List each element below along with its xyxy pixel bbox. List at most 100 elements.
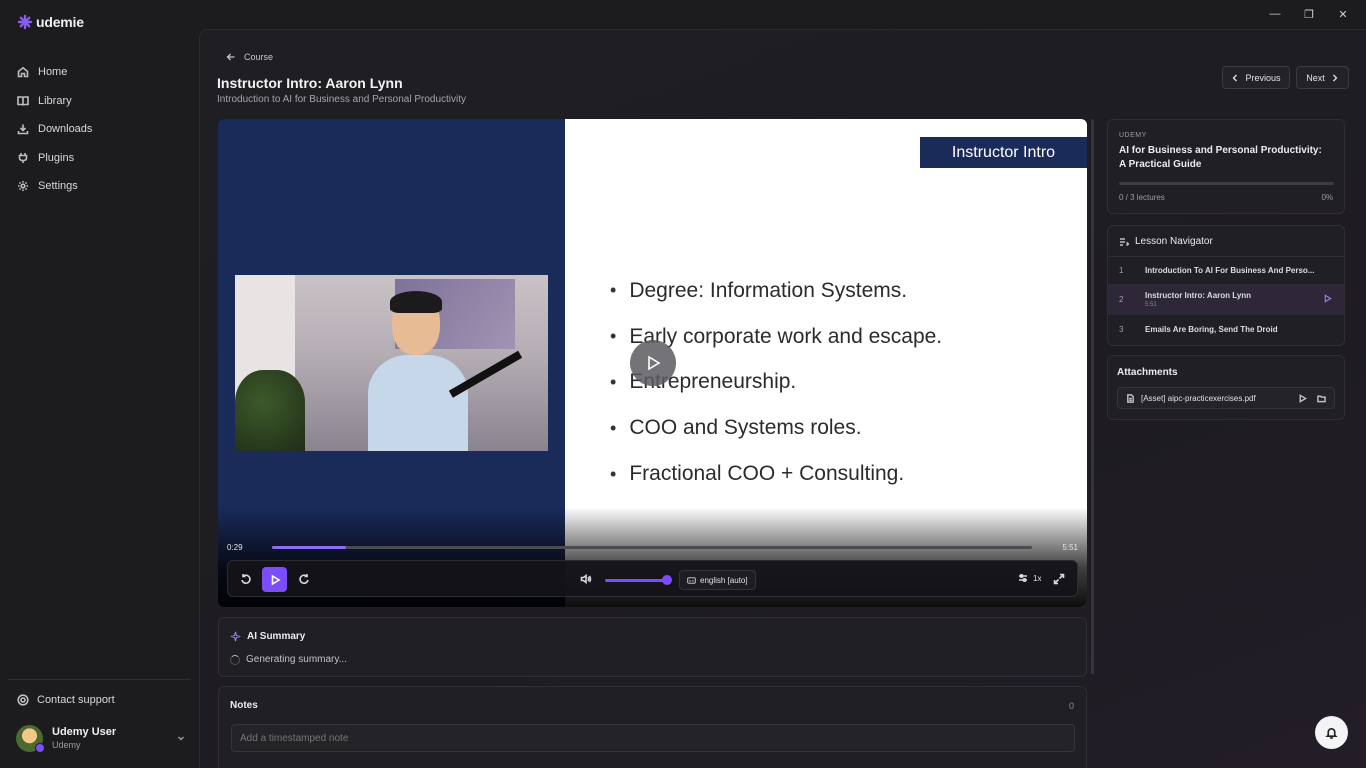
sidebar-nav: Home Library Downloads Plugins Settings [8, 58, 190, 201]
big-play-button[interactable] [630, 340, 676, 386]
next-button[interactable]: Next [1296, 66, 1349, 89]
list-icon [1120, 237, 1129, 246]
user-org: Udemy [52, 740, 81, 750]
subtitle-language-select[interactable]: english [auto] [679, 570, 756, 590]
slide-banner: Instructor Intro [920, 137, 1087, 168]
user-name: Udemy User [52, 726, 117, 738]
notifications-button[interactable] [1315, 716, 1348, 749]
notes-title: Notes [230, 700, 258, 711]
app-logo[interactable]: udemie [16, 13, 84, 31]
restore-button[interactable]: ❐ [1294, 6, 1324, 22]
scrollbar[interactable] [1091, 119, 1094, 674]
seek-progress [272, 546, 346, 549]
lecture-count: 0 / 3 lectures [1119, 193, 1165, 202]
lesson-item[interactable]: 3 Emails Are Boring, Send The Droid [1108, 316, 1344, 342]
chevron-right-icon [1332, 74, 1338, 81]
play-icon [271, 574, 281, 585]
sidebar-item-plugins[interactable]: Plugins [8, 144, 190, 173]
page-subtitle: Introduction to AI for Business and Pers… [217, 94, 467, 105]
chevron-left-icon [1233, 74, 1238, 81]
ai-summary-card: AI Summary Generating summary... [218, 617, 1087, 677]
lesson-number: 3 [1119, 324, 1124, 334]
sidebar-item-settings[interactable]: Settings [8, 172, 190, 201]
sidebar-item-label: Settings [38, 180, 78, 193]
sidebar-item-label: Library [38, 94, 72, 107]
volume-icon [580, 573, 592, 585]
window-controls: — ❐ ✕ [1260, 6, 1358, 22]
note-input[interactable] [231, 724, 1075, 752]
download-icon [17, 124, 29, 135]
play-icon [648, 355, 661, 371]
control-bar: english [auto] 1x [227, 560, 1078, 597]
lesson-item-active[interactable]: 2 Instructor Intro: Aaron Lynn 5:51 [1108, 284, 1344, 315]
user-menu[interactable]: Udemy User Udemy [16, 723, 186, 753]
previous-label: Previous [1245, 72, 1281, 83]
home-icon [17, 67, 29, 78]
breadcrumb[interactable]: Course [226, 52, 273, 62]
breadcrumb-label: Course [244, 52, 274, 62]
attachments-title: Attachments [1117, 367, 1178, 378]
close-button[interactable]: ✕ [1328, 6, 1358, 22]
fullscreen-icon [1053, 573, 1065, 585]
sidebar-item-home[interactable]: Home [8, 58, 190, 87]
course-title: AI for Business and Personal Productivit… [1119, 145, 1322, 170]
volume-slider[interactable] [605, 579, 667, 582]
plug-icon [18, 152, 28, 163]
lesson-number: 1 [1119, 265, 1124, 275]
notes-count: 0 [1068, 701, 1074, 711]
mute-button[interactable] [575, 568, 597, 590]
sliders-icon [1019, 573, 1027, 583]
slide-bullet: Degree: Information Systems. [609, 268, 942, 314]
play-icon[interactable] [1298, 393, 1307, 403]
lesson-item[interactable]: 1 Introduction To AI For Business And Pe… [1108, 257, 1344, 283]
folder-icon[interactable] [1317, 394, 1326, 403]
ai-summary-title: AI Summary [247, 631, 306, 642]
lesson-title: Introduction To AI For Business And Pers… [1145, 265, 1315, 275]
previous-button[interactable]: Previous [1222, 66, 1290, 89]
slide-bullet: Fractional COO + Consulting. [609, 451, 942, 497]
sidebar-item-downloads[interactable]: Downloads [8, 115, 190, 144]
forward-button[interactable] [293, 568, 315, 590]
notes-card: Notes 0 [218, 686, 1087, 768]
contact-support-link[interactable]: Contact support [17, 694, 115, 706]
play-button[interactable] [262, 567, 287, 592]
course-percent: 0% [1321, 193, 1333, 202]
playback-speed-button[interactable]: 1x [1018, 573, 1041, 583]
sidebar-item-label: Home [38, 66, 68, 79]
lesson-duration: 5:51 [1145, 302, 1157, 308]
rewind-icon [241, 574, 251, 584]
next-label: Next [1306, 72, 1325, 83]
sidebar: udemie Home Library Downloads Plugins Se… [0, 0, 199, 768]
rewind-button[interactable] [235, 568, 257, 590]
file-icon [1127, 393, 1134, 403]
chevron-down-icon [177, 736, 185, 741]
fullscreen-button[interactable] [1048, 568, 1070, 590]
lesson-title: Instructor Intro: Aaron Lynn [1145, 291, 1252, 300]
lesson-number: 2 [1119, 295, 1124, 304]
seek-bar[interactable] [272, 546, 1032, 549]
minimize-button[interactable]: — [1260, 6, 1290, 22]
gear-icon [18, 181, 28, 192]
sidebar-item-library[interactable]: Library [8, 87, 190, 116]
captions-icon [687, 576, 696, 584]
playback-speed-label: 1x [1033, 573, 1042, 583]
loading-spinner-icon [230, 654, 240, 665]
sparkle-icon [230, 631, 241, 642]
subtitle-language-label: english [auto] [700, 575, 748, 585]
course-card: UDEMY AI for Business and Personal Produ… [1107, 119, 1345, 214]
forward-icon [299, 574, 309, 584]
play-icon [1324, 294, 1332, 303]
page-title: Instructor Intro: Aaron Lynn [217, 75, 403, 91]
arrow-left-icon [226, 53, 235, 61]
avatar-badge [35, 742, 45, 753]
attachment-item[interactable]: [Asset] aipc-practicexercises.pdf [1117, 387, 1335, 409]
volume-handle[interactable] [662, 575, 672, 585]
attachments-card: Attachments [Asset] aipc-practicexercise… [1107, 355, 1345, 420]
sidebar-item-label: Downloads [38, 123, 93, 136]
book-icon [17, 95, 29, 106]
attachment-name: [Asset] aipc-practicexercises.pdf [1141, 393, 1256, 403]
video-player[interactable]: Instructor Intro Degree: Information Sys… [218, 119, 1087, 607]
contact-support-label: Contact support [37, 694, 115, 706]
lesson-navigator-title: Lesson Navigator [1135, 236, 1213, 247]
sidebar-divider [8, 679, 190, 680]
